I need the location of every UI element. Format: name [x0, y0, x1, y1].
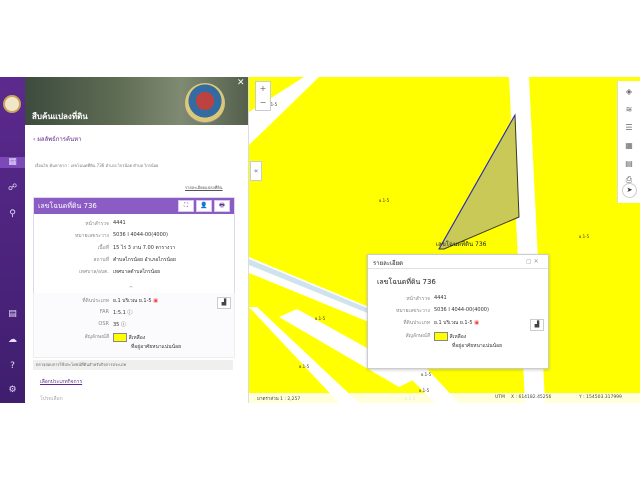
map-status-bar: มาตราส่วน 1 : 2,257 UTM X : 614182.45256…: [249, 393, 640, 403]
settings-icon[interactable]: ⚙: [6, 385, 19, 396]
document-icon[interactable]: ▤: [6, 309, 19, 320]
chevron-up-icon[interactable]: ^: [129, 286, 133, 292]
zoom-to-parcel-button[interactable]: ⛶: [178, 200, 194, 212]
zone-label: ย.1-5: [379, 198, 390, 203]
info-icon[interactable]: ⓘ: [127, 310, 132, 316]
parcel-popup: รายละเอียด ▢ ✕ เลขโฉนดที่ดิน 736 หน้าสำร…: [367, 254, 549, 369]
parcel-card-title: เลขโฉนดที่ดิน 736: [38, 202, 97, 210]
parcel-label: เลขโฉนดที่ดิน 736: [436, 241, 487, 248]
zoom-out-button[interactable]: −: [256, 96, 270, 110]
panel-title: สืบค้นแปลงที่ดิน: [32, 112, 88, 121]
scale-text: มาตราส่วน 1 : 2,257: [257, 397, 301, 402]
locate-icon[interactable]: ➤: [622, 183, 637, 198]
search-land-icon[interactable]: ▦: [0, 157, 25, 168]
popup-controls[interactable]: ▢ ✕: [526, 258, 539, 265]
grid-icon[interactable]: ▦: [624, 141, 634, 151]
zone-label: ย.1-5: [315, 316, 326, 321]
chat-icon[interactable]: ☁: [6, 335, 19, 346]
zone-label: ย.1-5: [421, 372, 432, 377]
popup-deed: เลขโฉนดที่ดิน 736: [377, 278, 436, 286]
land-search-panel: สืบค้นแปลงที่ดิน ✕ ‹ ผลลัพธ์การค้นหา เงื…: [25, 77, 249, 403]
org-logo: [3, 95, 21, 113]
analysis-icon[interactable]: ☍: [6, 183, 19, 194]
zone-label: ย.1-5: [299, 364, 310, 369]
factory-icon[interactable]: ▟: [530, 319, 544, 331]
panel-banner: สืบค้นแปลงที่ดิน ✕: [25, 77, 248, 125]
stack-icon[interactable]: ≋: [624, 105, 634, 115]
owner-button[interactable]: 👤: [196, 200, 212, 212]
table-icon[interactable]: ▤: [624, 159, 634, 169]
parcel-card-header: เลขโฉนดที่ดิน 736 ⛶ 👤 🖶: [34, 198, 234, 214]
coord-y: Y : 154503.317999: [579, 395, 622, 400]
app-screen: ▦ ☍ ⚲ ▤ ☁ ? ⚙ สืบค้นแปลงที่ดิน ✕ ‹ ผลลัพ…: [0, 77, 640, 403]
zoom-control: + −: [255, 81, 271, 111]
popup-title: รายละเอียด: [373, 260, 404, 267]
parcel-detail-link[interactable]: รายละเอียดแปลงที่ดิน: [185, 184, 223, 191]
select-business-link[interactable]: เลือกประเภทกิจการ: [40, 378, 82, 386]
zoning-card: ที่ดินประเภท ย.1 บริเวณ ย.1-5 ▣ ▟ FAR 1:5.…: [33, 293, 235, 358]
help-icon[interactable]: ?: [6, 361, 19, 372]
city-emblem-icon: [185, 83, 225, 123]
coord-x: X : 614182.45256: [511, 395, 552, 400]
pdf-icon[interactable]: ▣: [474, 320, 479, 326]
business-type-select[interactable]: โปรดเลือก: [40, 395, 63, 403]
back-to-results-link[interactable]: ‹ ผลลัพธ์การค้นหา: [33, 134, 81, 144]
divider: [368, 268, 548, 269]
back-label[interactable]: ผลลัพธ์การค้นหา: [37, 136, 81, 143]
location-icon[interactable]: ⚲: [6, 209, 19, 220]
factory-icon[interactable]: ▟: [217, 297, 231, 309]
color-swatch: [434, 332, 448, 341]
nav-rail: ▦ ☍ ⚲ ▤ ☁ ? ⚙: [0, 77, 25, 403]
parcel-card: เลขโฉนดที่ดิน 736 ⛶ 👤 🖶 หน้าสำรวจ 4441 หมาย…: [33, 197, 235, 295]
color-swatch: [113, 333, 127, 342]
search-criteria: เงื่อนไข ค้นหาจาก : เลขโฉนดที่ดิน 736 อำ…: [35, 163, 159, 168]
list-icon[interactable]: ☰: [624, 123, 634, 133]
pdf-icon[interactable]: ▣: [153, 298, 158, 304]
collapse-panel-button[interactable]: «: [250, 161, 262, 181]
print-button[interactable]: 🖶: [214, 200, 230, 212]
info-icon[interactable]: ⓘ: [121, 322, 126, 328]
zone-label: ย.1-5: [579, 234, 590, 239]
coord-label: UTM: [495, 395, 505, 400]
parcel-736[interactable]: [438, 113, 520, 250]
landuse-check-label: ตรวจสอบการใช้ประโยชน์ที่ดินสำหรับกิจการป…: [33, 360, 233, 370]
close-icon[interactable]: ✕: [237, 78, 245, 88]
zoom-in-button[interactable]: +: [256, 82, 270, 96]
layers-icon[interactable]: ◈: [624, 87, 634, 97]
